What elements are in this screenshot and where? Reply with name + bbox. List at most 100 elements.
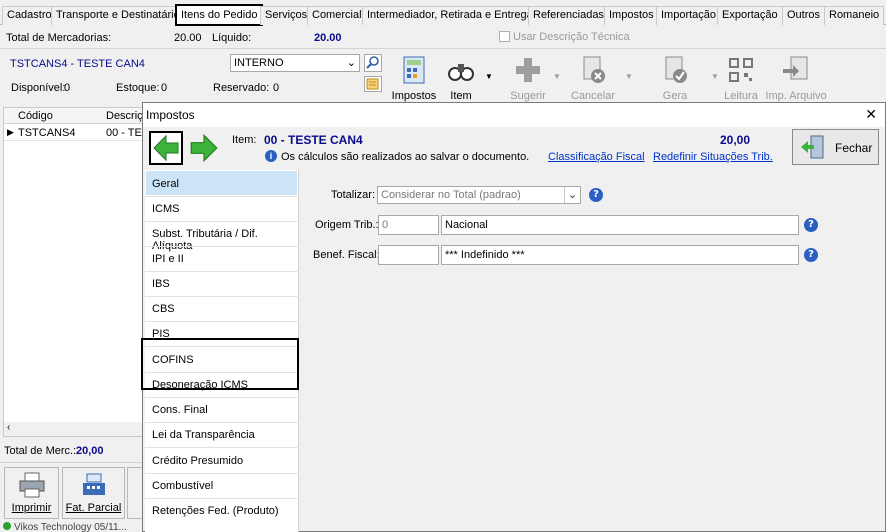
status-bar: Vikos Technology 05/11... [0,521,142,532]
classificacao-fiscal-link[interactable]: Classificação Fiscal [548,151,645,163]
grid-header-codigo[interactable]: Código [18,110,53,122]
divider [145,321,299,322]
tab-intermediador[interactable]: Intermediador, Retirada e Entrega [362,6,538,25]
imprimir-button[interactable]: Imprimir [4,467,59,519]
items-grid: Código Descriç ▶ TSTCANS4 00 - TES ‹ [3,107,153,437]
menu-item-ibs[interactable]: IBS [152,278,170,290]
usar-descricao-checkbox[interactable] [499,31,510,42]
item-dropdown-icon[interactable]: ▼ [485,72,493,81]
benef-fiscal-code-input[interactable] [378,245,439,265]
scroll-left-icon[interactable]: ‹ [7,422,10,433]
totalizar-help-icon[interactable]: ? [589,188,603,202]
divider [145,422,299,423]
row-pointer-icon: ▶ [7,127,14,137]
menu-item-cons-final[interactable]: Cons. Final [152,404,208,416]
imp-arquivo-button-label: Imp. Arquivo [765,90,827,102]
impostos-dialog: Impostos ✕ Item: 00 - TESTE CAN4 20,00 i… [141,102,886,532]
plus-icon [516,58,540,82]
dialog-title-bar: Impostos ✕ [143,103,885,127]
menu-item-retencoes-fed[interactable]: Retenções Fed. (Produto) [152,505,279,517]
return-document-icon [665,56,687,83]
tab-romaneio[interactable]: Romaneio [824,6,885,25]
tab-outros[interactable]: Outros [782,6,826,25]
origem-trib-code-input[interactable]: 0 [378,215,439,235]
sugerir-button-label: Sugerir [510,90,546,102]
fechar-button[interactable]: Fechar [792,129,879,165]
menu-item-geral[interactable]: Geral [152,178,179,190]
more-footer-button[interactable] [127,467,142,519]
fat-parcial-button[interactable]: Fat. Parcial [62,467,125,519]
totalizar-label: Totalizar: [331,189,376,201]
notes-button[interactable] [364,76,382,92]
usar-descricao-label: Usar Descrição Técnica [513,31,630,43]
tab-importacao[interactable]: Importação [656,6,722,25]
tab-servicos[interactable]: Serviços [260,6,313,25]
leitura-button[interactable]: Leitura [723,55,759,102]
cancelar-button-label: Cancelar [570,90,616,102]
search-button[interactable] [364,54,382,72]
menu-item-credito-presumido[interactable]: Crédito Presumido [152,455,243,467]
leitura-button-label: Leitura [724,90,758,102]
liquido-label: Líquido: [212,32,252,44]
menu-item-subst-tributaria[interactable]: Subst. Tributária / Dif. Alíquota [152,228,298,252]
cancel-document-icon [583,56,605,83]
highlight-box [141,338,299,390]
item-button[interactable]: Item [442,55,480,102]
tab-itens-do-pedido[interactable]: Itens do Pedido [175,4,264,26]
totalizar-select-value: Considerar no Total (padrao) [381,189,521,201]
divider [145,473,299,474]
cancelar-dropdown-icon[interactable]: ▼ [625,72,633,81]
menu-item-ipi-ii[interactable]: IPI e II [152,253,184,265]
table-row[interactable]: ▶ TSTCANS4 00 - TES [4,125,152,141]
total-merc-value: 20,00 [76,445,104,457]
item-amount: 20,00 [720,133,751,147]
origem-help-icon[interactable]: ? [804,218,818,232]
tab-comercial[interactable]: Comercial [307,6,367,25]
totalizar-select[interactable]: Considerar no Total (padrao) ⌄ [377,186,581,204]
estoque-label: Estoque: [116,82,160,94]
tab-exportacao[interactable]: Exportação [717,6,783,25]
menu-item-lei-transparencia[interactable]: Lei da Transparência [152,429,255,441]
reservado-label: Reservado: [213,82,270,94]
tab-transporte[interactable]: Transporte e Destinatário [51,6,185,25]
impostos-button[interactable]: Impostos [391,55,437,102]
sugerir-dropdown-icon[interactable]: ▼ [553,72,561,81]
divider [145,397,299,398]
grid-header: Código Descriç [4,108,152,124]
redefinir-situacoes-link[interactable]: Redefinir Situações Trib. [653,151,773,163]
origem-trib-description: Nacional [441,215,799,235]
sugerir-button[interactable]: Sugerir [508,55,548,102]
info-icon: i [265,150,277,162]
menu-item-combustivel[interactable]: Combustível [152,480,213,492]
previous-item-button[interactable] [149,131,183,165]
menu-item-icms[interactable]: ICMS [152,203,180,215]
liquido-value: 20.00 [314,32,342,44]
divider [145,196,299,197]
location-select[interactable]: INTERNO ⌄ [230,54,360,72]
tab-impostos[interactable]: Impostos [604,6,659,25]
imp-arquivo-button[interactable]: Imp. Arquivo [764,55,828,102]
divider [0,48,886,49]
tab-referenciadas[interactable]: Referenciadas [528,6,609,25]
benef-fiscal-label: Benef. Fiscal: [313,249,380,261]
gera-devol-dropdown-icon[interactable]: ▼ [711,72,719,81]
close-icon[interactable]: ✕ [865,106,877,123]
item-label: Item: [232,134,257,146]
next-item-button[interactable] [188,132,220,164]
cancelar-button[interactable]: Cancelar [570,55,616,102]
divider [145,221,299,222]
tab-cadastro[interactable]: Cadastro [2,6,57,25]
benef-help-icon[interactable]: ? [804,248,818,262]
divider [145,246,299,247]
grid-hscrollbar[interactable]: ‹ [4,422,152,436]
cash-register-icon [82,473,105,495]
magnifier-icon [366,56,379,69]
menu-item-cbs[interactable]: CBS [152,303,175,315]
exit-door-icon [801,135,824,159]
info-text: Os cálculos são realizados ao salvar o d… [281,151,530,163]
notes-icon [366,78,379,90]
total-mercadorias-label: Total de Mercadorias: [6,32,112,44]
dialog-title: Impostos [146,108,195,122]
qr-code-icon [729,58,753,82]
grid-header-descricao[interactable]: Descriç [106,110,143,122]
